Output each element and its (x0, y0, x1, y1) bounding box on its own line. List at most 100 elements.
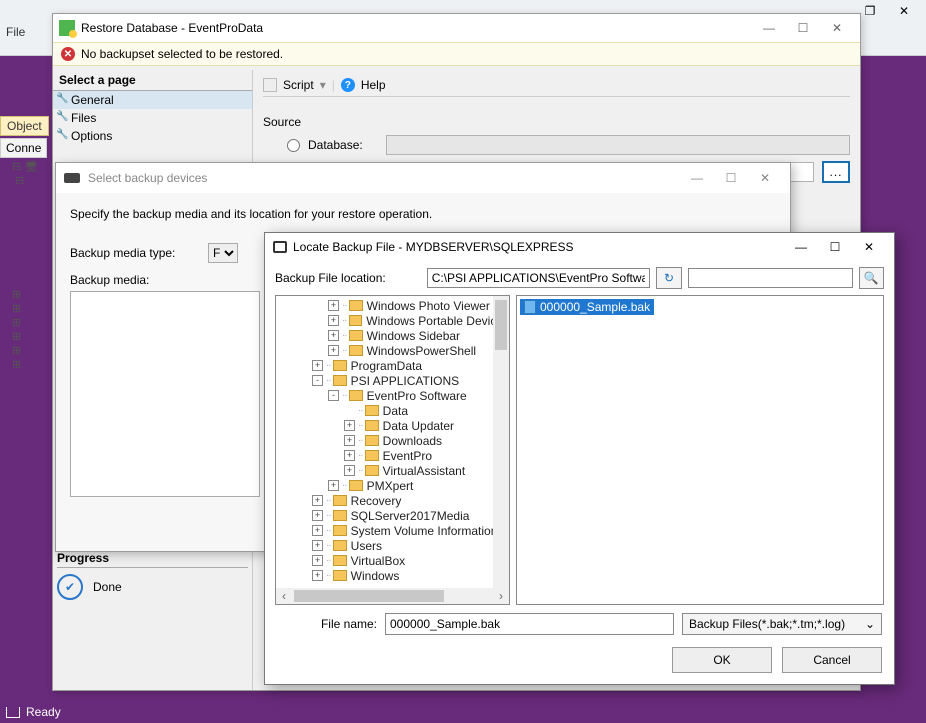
file-filter-combo[interactable]: Backup Files(*.bak;*.tm;*.log) ⌄ (682, 613, 882, 635)
locate-titlebar[interactable]: Locate Backup File - MYDBSERVER\SQLEXPRE… (265, 233, 894, 261)
device-browse-button[interactable]: ... (822, 161, 850, 183)
cancel-button[interactable]: Cancel (782, 647, 882, 673)
expand-icon[interactable]: + (328, 480, 339, 491)
help-button[interactable]: Help (361, 78, 386, 92)
search-button[interactable]: 🔍 (859, 267, 884, 289)
minimize-icon[interactable]: — (784, 236, 818, 258)
backdev-title: Select backup devices (88, 171, 680, 185)
tree-label: Windows Portable Devices (366, 314, 509, 328)
media-type-select[interactable]: File (208, 243, 238, 263)
tree-node[interactable]: +··Downloads (278, 433, 509, 448)
minimize-icon[interactable]: — (680, 171, 714, 185)
expand-icon[interactable]: + (344, 465, 355, 476)
tree-node[interactable]: +··VirtualBox (278, 553, 509, 568)
restore-titlebar[interactable]: Restore Database - EventProData — ☐ ✕ (53, 14, 860, 42)
tree-node[interactable]: -··EventPro Software (278, 388, 509, 403)
expand-icon[interactable]: + (312, 540, 323, 551)
locate-title: Locate Backup File - MYDBSERVER\SQLEXPRE… (293, 240, 784, 254)
tree-label: EventPro (383, 449, 432, 463)
backup-media-list[interactable] (70, 291, 260, 497)
expand-icon[interactable]: + (328, 300, 339, 311)
tree-node[interactable]: +··Windows (278, 568, 509, 583)
tree-vscroll[interactable] (493, 296, 509, 588)
media-label: Backup media: (70, 273, 149, 287)
close-icon[interactable]: ✕ (852, 236, 886, 258)
expand-icon[interactable]: + (312, 570, 323, 581)
maximize-icon[interactable]: ☐ (714, 171, 748, 185)
folder-icon (365, 435, 379, 446)
backdev-icon (64, 173, 80, 183)
tree-node[interactable]: +··ProgramData (278, 358, 509, 373)
close-icon[interactable]: ✕ (820, 17, 854, 39)
page-options[interactable]: Options (53, 127, 252, 145)
object-explorer-tab[interactable]: Object (0, 116, 49, 136)
expand-icon[interactable]: - (312, 375, 323, 386)
error-icon: ✕ (61, 47, 75, 61)
expand-icon[interactable]: + (344, 420, 355, 431)
source-database-radio[interactable] (287, 139, 300, 152)
file-item-selected[interactable]: 000000_Sample.bak (520, 299, 654, 315)
tree-node[interactable]: +··PMXpert (278, 478, 509, 493)
tree-node[interactable]: +··Recovery (278, 493, 509, 508)
script-dropdown-icon[interactable]: ▾ (320, 78, 326, 92)
tree-hscroll[interactable]: ‹› (276, 588, 509, 604)
page-selector-header: Select a page (53, 70, 252, 91)
connect-dropdown[interactable]: Conne (0, 138, 47, 158)
tree-node[interactable]: +··EventPro (278, 448, 509, 463)
expand-icon[interactable]: + (328, 345, 339, 356)
tree-node[interactable]: +··Data Updater (278, 418, 509, 433)
tree-node[interactable]: -··PSI APPLICATIONS (278, 373, 509, 388)
expand-icon[interactable]: + (312, 495, 323, 506)
folder-icon (333, 375, 347, 386)
filter-input[interactable] (688, 268, 853, 288)
done-label: Done (93, 580, 122, 594)
backdev-instruction: Specify the backup media and its locatio… (70, 207, 776, 221)
ok-button[interactable]: OK (672, 647, 772, 673)
file-menu[interactable]: File (6, 25, 25, 39)
tree-node[interactable]: +··Windows Photo Viewer (278, 298, 509, 313)
tree-node[interactable]: +··SQLServer2017Media (278, 508, 509, 523)
script-button[interactable]: Script (283, 78, 314, 92)
file-name-input[interactable] (385, 613, 674, 635)
folder-icon (365, 420, 379, 431)
folder-icon (365, 405, 379, 416)
expand-icon[interactable]: + (312, 510, 323, 521)
page-general[interactable]: General (53, 91, 252, 109)
host-close-icon[interactable]: ✕ (890, 2, 918, 20)
file-filter-text: Backup Files(*.bak;*.tm;*.log) (689, 617, 845, 631)
maximize-icon[interactable]: ☐ (786, 17, 820, 39)
expand-icon[interactable]: + (344, 450, 355, 461)
tree-node[interactable]: +··Windows Sidebar (278, 328, 509, 343)
drive-icon (273, 241, 287, 253)
tree-node[interactable]: ··Data (278, 403, 509, 418)
search-icon: 🔍 (864, 271, 879, 285)
maximize-icon[interactable]: ☐ (818, 236, 852, 258)
file-list[interactable]: 000000_Sample.bak (516, 295, 884, 605)
tree-label: PMXpert (367, 479, 414, 493)
folder-tree[interactable]: +··Windows Photo Viewer+··Windows Portab… (275, 295, 510, 605)
tree-node[interactable]: +··System Volume Information (278, 523, 509, 538)
page-files[interactable]: Files (53, 109, 252, 127)
tree-node[interactable]: +··WindowsPowerShell (278, 343, 509, 358)
close-icon[interactable]: ✕ (748, 171, 782, 185)
database-combo[interactable] (386, 135, 850, 155)
expand-icon[interactable] (344, 405, 355, 416)
expand-icon[interactable]: + (312, 360, 323, 371)
expand-icon[interactable]: - (328, 390, 339, 401)
expand-icon[interactable]: + (344, 435, 355, 446)
tree-node[interactable]: +··VirtualAssistant (278, 463, 509, 478)
host-window-controls: ❐ ✕ (856, 0, 926, 22)
expand-icon[interactable]: + (312, 525, 323, 536)
expand-icon[interactable]: + (312, 555, 323, 566)
tree-node[interactable]: +··Windows Portable Devices (278, 313, 509, 328)
folder-icon (365, 450, 379, 461)
backdev-titlebar[interactable]: Select backup devices — ☐ ✕ (56, 163, 790, 193)
expand-icon[interactable]: + (328, 330, 339, 341)
minimize-icon[interactable]: — (752, 17, 786, 39)
tree-node[interactable]: +··Users (278, 538, 509, 553)
folder-icon (333, 510, 347, 521)
location-input[interactable] (427, 268, 651, 288)
refresh-button[interactable]: ↻ (656, 267, 681, 289)
media-type-label: Backup media type: (70, 246, 200, 260)
expand-icon[interactable]: + (328, 315, 339, 326)
